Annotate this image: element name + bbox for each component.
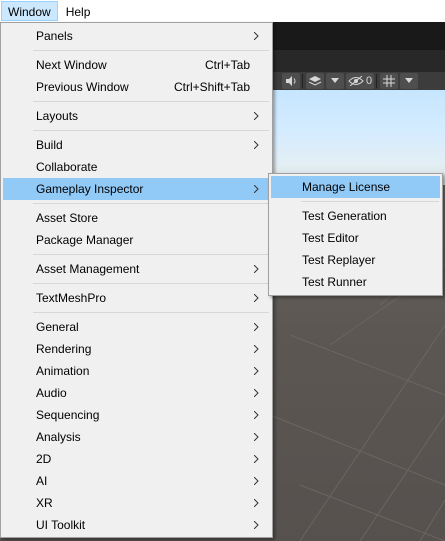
menu-item-asset-management[interactable]: Asset Management: [3, 258, 270, 280]
menu-separator: [33, 130, 269, 131]
menu-item-label: Layouts: [36, 109, 79, 123]
menu-separator: [33, 254, 269, 255]
layers-icon[interactable]: [306, 73, 324, 89]
menu-bar: Window Help: [0, 0, 445, 22]
chevron-right-icon: [252, 360, 262, 382]
chevron-right-icon: [252, 338, 262, 360]
chevron-right-icon: [252, 448, 262, 470]
speaker-icon[interactable]: [282, 73, 300, 89]
menu-item-label: Test Generation: [302, 209, 387, 223]
menu-item-shortcut: Ctrl+Tab: [204, 58, 250, 72]
menu-item-xr[interactable]: XR: [3, 492, 270, 514]
menu-separator: [33, 101, 269, 102]
chevron-right-icon: [252, 404, 262, 426]
chevron-right-icon: [252, 287, 262, 309]
menu-separator: [33, 283, 269, 284]
chevron-right-icon: [252, 258, 262, 280]
menu-item-package-manager[interactable]: Package Manager: [3, 229, 270, 251]
chevron-right-icon: [252, 134, 262, 156]
menu-item-panels[interactable]: Panels: [3, 25, 270, 47]
menu-item-layouts[interactable]: Layouts: [3, 105, 270, 127]
menu-item-label: 2D: [36, 452, 52, 466]
toolbar-separator: [302, 74, 303, 88]
chevron-right-icon: [252, 492, 262, 514]
menu-item-label: Test Runner: [302, 275, 367, 289]
chevron-right-icon: [252, 178, 262, 200]
grid-icon[interactable]: [380, 73, 399, 89]
menu-item-sequencing[interactable]: Sequencing: [3, 404, 270, 426]
menu-item-test-runner[interactable]: Test Runner: [271, 271, 440, 293]
menu-item-next-window[interactable]: Next Window Ctrl+Tab: [3, 54, 270, 76]
chevron-right-icon: [252, 25, 262, 47]
menu-item-ui-toolkit[interactable]: UI Toolkit: [3, 514, 270, 536]
menu-item-build[interactable]: Build: [3, 134, 270, 156]
menu-item-label: Test Editor: [302, 231, 359, 245]
chevron-right-icon: [252, 470, 262, 492]
menu-item-label: Asset Store: [36, 211, 99, 225]
menu-item-label: Rendering: [36, 342, 92, 356]
menu-item-label: TextMeshPro: [36, 291, 107, 305]
menu-window[interactable]: Window: [1, 1, 58, 21]
menu-item-label: UI Toolkit: [36, 518, 86, 532]
chevron-right-icon: [252, 426, 262, 448]
menu-item-analysis[interactable]: Analysis: [3, 426, 270, 448]
menu-item-test-editor[interactable]: Test Editor: [271, 227, 440, 249]
menu-separator: [33, 50, 269, 51]
menu-item-previous-window[interactable]: Previous Window Ctrl+Shift+Tab: [3, 76, 270, 98]
menu-item-shortcut: Ctrl+Shift+Tab: [173, 80, 250, 94]
menu-item-asset-store[interactable]: Asset Store: [3, 207, 270, 229]
menu-item-ai[interactable]: AI: [3, 470, 270, 492]
menu-item-test-replayer[interactable]: Test Replayer: [271, 249, 440, 271]
menu-item-label: Next Window: [36, 58, 107, 72]
menu-item-label: Gameplay Inspector: [36, 182, 144, 196]
menu-item-audio[interactable]: Audio: [3, 382, 270, 404]
menu-item-label: XR: [36, 496, 53, 510]
chevron-right-icon: [252, 105, 262, 127]
menu-item-label: Panels: [36, 29, 73, 43]
menu-item-general[interactable]: General: [3, 316, 270, 338]
hidden-count: 0: [366, 75, 373, 87]
menu-item-label: Collaborate: [36, 160, 98, 174]
menu-help[interactable]: Help: [59, 1, 98, 21]
toolbar-separator: [376, 74, 378, 88]
menu-separator: [33, 312, 269, 313]
menu-item-label: AI: [36, 474, 48, 488]
menu-item-label: Package Manager: [36, 233, 134, 247]
menu-item-2d[interactable]: 2D: [3, 448, 270, 470]
menu-item-label: Animation: [36, 364, 90, 378]
menu-item-rendering[interactable]: Rendering: [3, 338, 270, 360]
menu-item-label: Previous Window: [36, 80, 129, 94]
menu-item-textmeshpro[interactable]: TextMeshPro: [3, 287, 270, 309]
menu-item-manage-license[interactable]: Manage License: [271, 176, 440, 198]
menu-item-label: Asset Management: [36, 262, 140, 276]
menu-item-label: Sequencing: [36, 408, 100, 422]
menu-item-label: Build: [36, 138, 63, 152]
window-menu: Panels Next Window Ctrl+Tab Previous Win…: [0, 22, 273, 538]
eye-slash-icon: [348, 76, 364, 86]
visibility-toggle[interactable]: 0: [346, 73, 375, 89]
chevron-right-icon: [252, 514, 262, 536]
menu-item-label: Audio: [36, 386, 67, 400]
menu-item-label: Test Replayer: [302, 253, 376, 267]
menu-item-test-generation[interactable]: Test Generation: [271, 205, 440, 227]
gameplay-inspector-submenu: Manage License Test Generation Test Edit…: [268, 173, 443, 296]
chevron-right-icon: [252, 316, 262, 338]
menu-item-label: Manage License: [302, 180, 391, 194]
chevron-down-icon[interactable]: [326, 73, 344, 89]
menu-item-animation[interactable]: Animation: [3, 360, 270, 382]
menu-item-collaborate[interactable]: Collaborate: [3, 156, 270, 178]
menu-item-label: General: [36, 320, 79, 334]
chevron-right-icon: [252, 382, 262, 404]
menu-item-label: Analysis: [36, 430, 81, 444]
chevron-down-icon[interactable]: [400, 73, 419, 89]
menu-separator: [301, 201, 439, 202]
menu-item-gameplay-inspector[interactable]: Gameplay Inspector: [3, 178, 270, 200]
menu-separator: [33, 203, 269, 204]
